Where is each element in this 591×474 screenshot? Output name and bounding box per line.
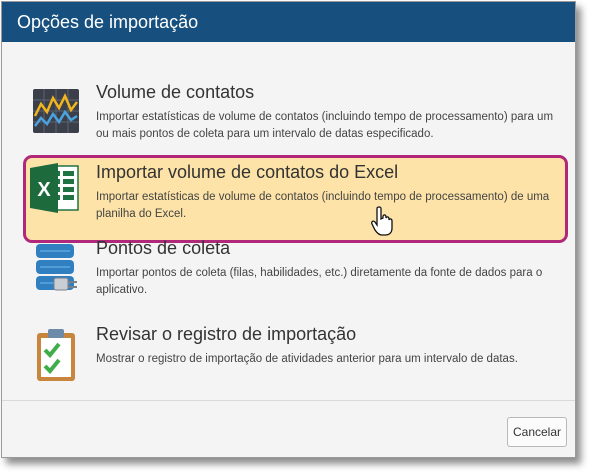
option-excel-import[interactable]: X Importar volume de contatos do Excel I… <box>23 155 568 243</box>
footer-divider <box>2 400 575 401</box>
option-collection-points[interactable]: Pontos de coleta Importar pontos de cole… <box>24 238 554 310</box>
database-plug-icon <box>32 242 80 294</box>
clipboard-check-icon <box>32 328 80 381</box>
chart-icon <box>32 86 80 138</box>
option-description: Mostrar o registro de importação de ativ… <box>96 353 518 365</box>
excel-icon: X <box>28 160 79 213</box>
option-title: Revisar o registro de importação <box>96 324 357 344</box>
import-options-dialog: Opções de importação Volume de contatos … <box>1 1 576 458</box>
hand-cursor-icon <box>371 205 397 237</box>
option-description: Importar estatísticas de volume de conta… <box>96 111 554 140</box>
svg-text:X: X <box>37 179 51 201</box>
option-description: Importar estatísticas de volume de conta… <box>96 191 550 220</box>
option-contact-volume[interactable]: Volume de contatos Importar estatísticas… <box>24 82 554 154</box>
option-description: Importar pontos de coleta (filas, habili… <box>96 267 543 296</box>
cancel-button[interactable]: Cancelar <box>507 417 567 447</box>
option-title: Pontos de coleta <box>96 238 231 258</box>
dialog-title: Opções de importação <box>2 2 575 42</box>
option-review-log[interactable]: Revisar o registro de importação Mostrar… <box>24 324 554 396</box>
option-title: Volume de contatos <box>96 82 255 102</box>
option-title: Importar volume de contatos do Excel <box>96 162 399 182</box>
